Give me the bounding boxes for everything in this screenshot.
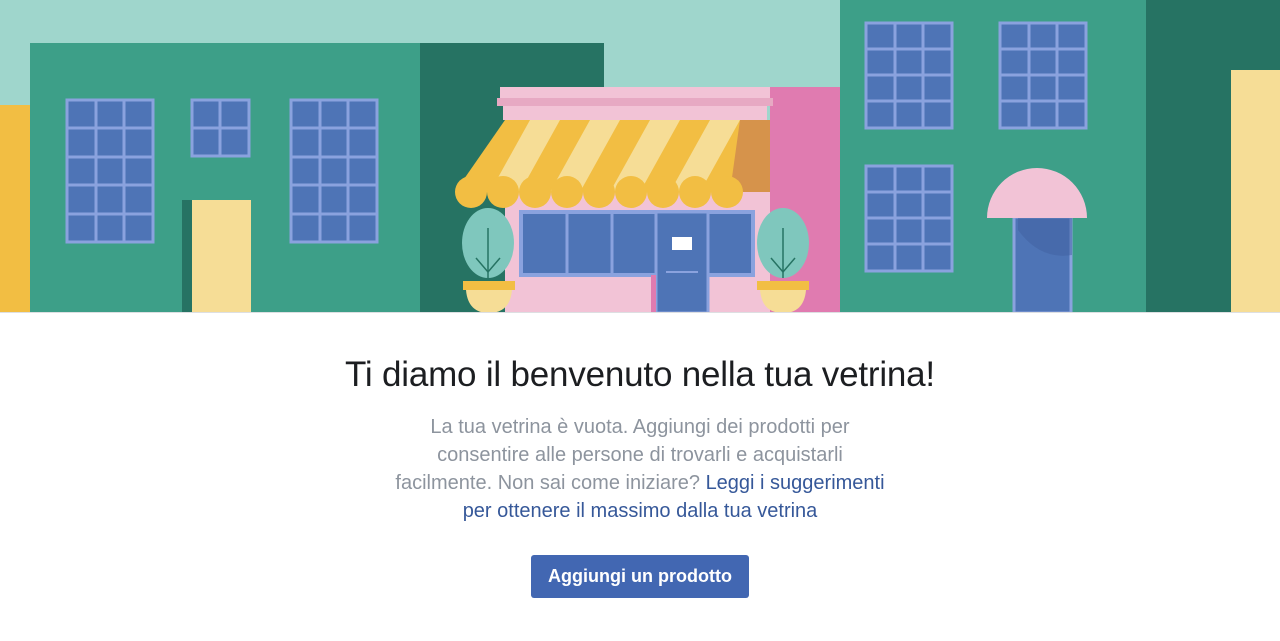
welcome-description: La tua vetrina è vuota. Aggiungi dei pro… [390, 413, 890, 525]
right-building [840, 0, 1280, 313]
storefront-banner-illustration [0, 0, 1280, 313]
add-product-button[interactable]: Aggiungi un prodotto [531, 555, 749, 598]
storefront-illustration [0, 0, 1280, 313]
welcome-title: Ti diamo il benvenuto nella tua vetrina! [345, 355, 935, 394]
plant-right [757, 208, 809, 313]
shop-building [455, 87, 840, 313]
plant-left [462, 208, 515, 313]
welcome-section: Ti diamo il benvenuto nella tua vetrina!… [0, 313, 1280, 598]
